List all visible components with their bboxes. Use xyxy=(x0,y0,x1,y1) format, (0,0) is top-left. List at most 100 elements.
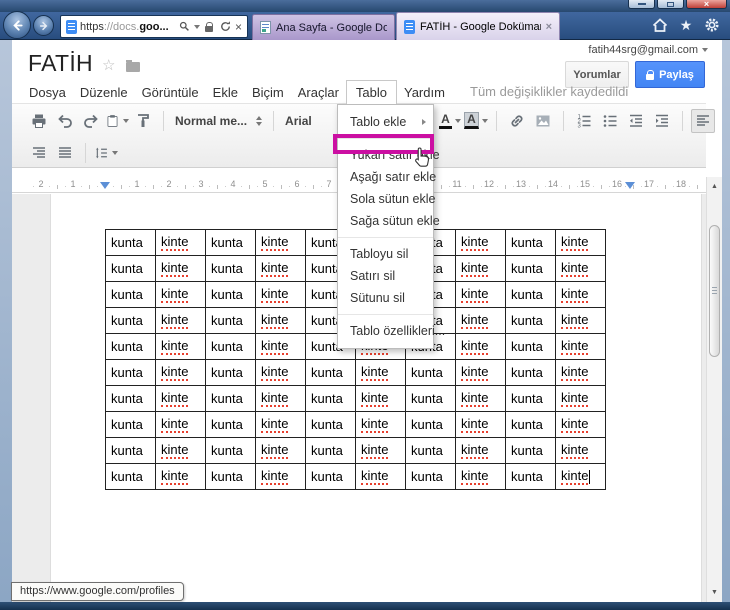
paste-icon[interactable] xyxy=(105,109,129,133)
table-cell[interactable]: kinte xyxy=(456,282,506,308)
link-icon[interactable] xyxy=(505,109,529,133)
table-cell[interactable]: kunta xyxy=(106,386,156,412)
table-cell[interactable]: kinte xyxy=(456,230,506,256)
table-cell[interactable]: kunta xyxy=(106,230,156,256)
table-cell[interactable]: kunta xyxy=(206,360,256,386)
menu-item[interactable]: Sütunu sil xyxy=(338,287,433,309)
table-cell[interactable]: kunta xyxy=(206,438,256,464)
table-cell[interactable]: kinte xyxy=(256,386,306,412)
table-cell[interactable]: kunta xyxy=(506,256,556,282)
table-cell[interactable]: kinte xyxy=(356,438,406,464)
left-indent-marker[interactable] xyxy=(100,182,110,189)
paragraph-style-dropdown[interactable]: Normal me... xyxy=(171,114,266,128)
line-spacing-icon[interactable] xyxy=(94,141,118,165)
print-icon[interactable] xyxy=(27,109,51,133)
menu-dosya[interactable]: Dosya xyxy=(22,80,73,104)
search-icon[interactable] xyxy=(178,19,191,35)
table-cell[interactable]: kinte xyxy=(156,360,206,386)
menu-item[interactable]: Sağa sütun ekle xyxy=(338,210,440,232)
table-cell[interactable]: kinte xyxy=(356,412,406,438)
search-dropdown-icon[interactable] xyxy=(193,24,200,29)
table-cell[interactable]: kunta xyxy=(506,230,556,256)
table-cell[interactable]: kunta xyxy=(506,412,556,438)
table-cell[interactable]: kunta xyxy=(206,464,256,490)
forward-button[interactable] xyxy=(33,15,54,36)
security-lock-icon[interactable] xyxy=(203,19,216,35)
window-close-button[interactable]: × xyxy=(686,0,727,9)
table-cell[interactable]: kinte xyxy=(556,256,606,282)
table-cell[interactable]: kunta xyxy=(406,438,456,464)
table-cell[interactable]: kinte xyxy=(256,334,306,360)
numbered-list-icon[interactable]: 123 xyxy=(572,109,596,133)
table-cell[interactable]: kinte xyxy=(256,412,306,438)
table-cell[interactable]: kinte xyxy=(456,412,506,438)
scroll-down-icon[interactable]: ▼ xyxy=(707,589,722,596)
table-cell[interactable]: kinte xyxy=(156,334,206,360)
table-cell[interactable]: kinte xyxy=(256,256,306,282)
table-cell[interactable]: kunta xyxy=(306,360,356,386)
table-cell[interactable]: kunta xyxy=(206,412,256,438)
tab-close-icon[interactable]: × xyxy=(546,21,552,33)
table-cell[interactable]: kunta xyxy=(506,308,556,334)
folder-icon[interactable] xyxy=(126,60,140,72)
table-cell[interactable]: kunta xyxy=(506,334,556,360)
indent-icon[interactable] xyxy=(650,109,674,133)
table-cell[interactable]: kinte xyxy=(156,386,206,412)
table-cell[interactable]: kinte xyxy=(156,256,206,282)
table-cell[interactable]: kinte xyxy=(156,438,206,464)
table-cell[interactable]: kinte xyxy=(256,282,306,308)
table-cell[interactable]: kinte xyxy=(556,386,606,412)
menu-tablo[interactable]: Tablo xyxy=(345,80,397,104)
menu-item[interactable]: Aşağı satır ekle xyxy=(338,166,436,188)
table-cell[interactable]: kinte xyxy=(456,308,506,334)
table-cell[interactable]: kinte xyxy=(456,334,506,360)
table-cell[interactable]: kunta xyxy=(506,464,556,490)
table-cell[interactable]: kunta xyxy=(206,308,256,334)
account-menu[interactable]: fatih44srg@gmail.com xyxy=(588,44,708,56)
table-cell[interactable]: kunta xyxy=(206,256,256,282)
image-icon[interactable] xyxy=(531,109,555,133)
table-cell[interactable]: kunta xyxy=(506,360,556,386)
table-cell[interactable]: kinte xyxy=(456,360,506,386)
outdent-icon[interactable] xyxy=(624,109,648,133)
table-cell[interactable]: kunta xyxy=(406,464,456,490)
menu-item[interactable]: Sola sütun ekle xyxy=(338,188,435,210)
table-cell[interactable]: kinte xyxy=(556,282,606,308)
highlight-color-icon[interactable]: A xyxy=(464,109,488,133)
home-icon[interactable] xyxy=(651,16,669,34)
table-cell[interactable]: kinte xyxy=(556,334,606,360)
table-cell[interactable]: kinte xyxy=(256,438,306,464)
refresh-icon[interactable] xyxy=(219,19,232,35)
table-cell[interactable]: kunta xyxy=(106,464,156,490)
table-cell[interactable]: kunta xyxy=(306,386,356,412)
scrollbar-thumb[interactable] xyxy=(709,225,720,357)
vertical-scrollbar[interactable]: ▲ ▼ xyxy=(706,177,722,602)
settings-gear-icon[interactable] xyxy=(703,16,721,34)
undo-icon[interactable] xyxy=(53,109,77,133)
menu-item[interactable]: Tabloyu sil xyxy=(338,243,433,265)
table-cell[interactable]: kunta xyxy=(506,438,556,464)
table-cell[interactable]: kinte xyxy=(556,464,606,490)
table-cell[interactable]: kinte xyxy=(256,360,306,386)
table-cell[interactable]: kinte xyxy=(456,464,506,490)
table-cell[interactable]: kinte xyxy=(156,464,206,490)
align-left-icon[interactable] xyxy=(691,108,715,133)
table-cell[interactable]: kinte xyxy=(556,360,606,386)
table-cell[interactable]: kunta xyxy=(106,412,156,438)
table-cell[interactable]: kunta xyxy=(106,360,156,386)
scroll-up-icon[interactable]: ▲ xyxy=(707,183,722,190)
table-cell[interactable]: kunta xyxy=(106,308,156,334)
table-cell[interactable]: kunta xyxy=(306,438,356,464)
menu-araçlar[interactable]: Araçlar xyxy=(291,80,346,104)
table-cell[interactable]: kinte xyxy=(356,386,406,412)
table-cell[interactable]: kunta xyxy=(406,360,456,386)
menu-item[interactable]: Satırı sil xyxy=(338,265,433,287)
table-cell[interactable]: kinte xyxy=(556,230,606,256)
table-cell[interactable]: kinte xyxy=(456,386,506,412)
menu-yardım[interactable]: Yardım xyxy=(397,80,452,104)
menu-ekle[interactable]: Ekle xyxy=(206,80,245,104)
table-cell[interactable]: kinte xyxy=(456,256,506,282)
table-cell[interactable]: kinte xyxy=(156,412,206,438)
table-cell[interactable]: kinte xyxy=(156,308,206,334)
table-cell[interactable]: kunta xyxy=(306,464,356,490)
